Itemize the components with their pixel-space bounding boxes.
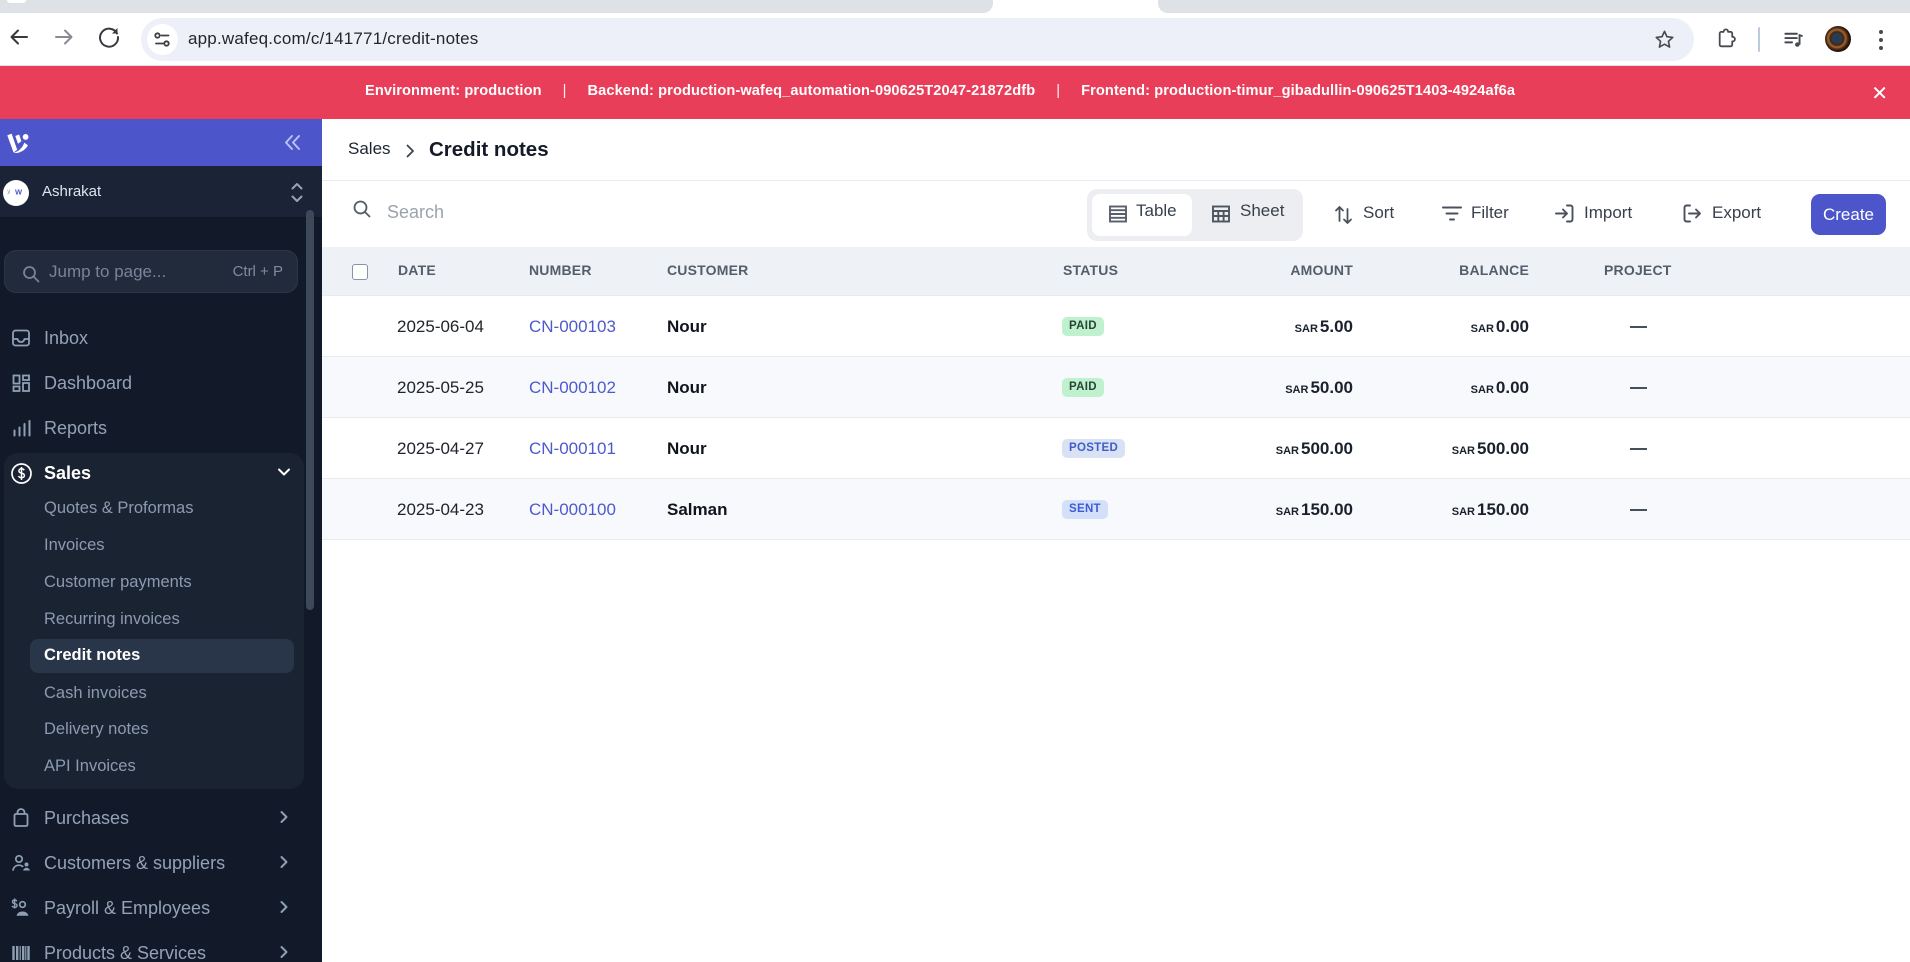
svg-text:لا: لا xyxy=(7,189,10,196)
svg-text:W: W xyxy=(15,188,22,197)
